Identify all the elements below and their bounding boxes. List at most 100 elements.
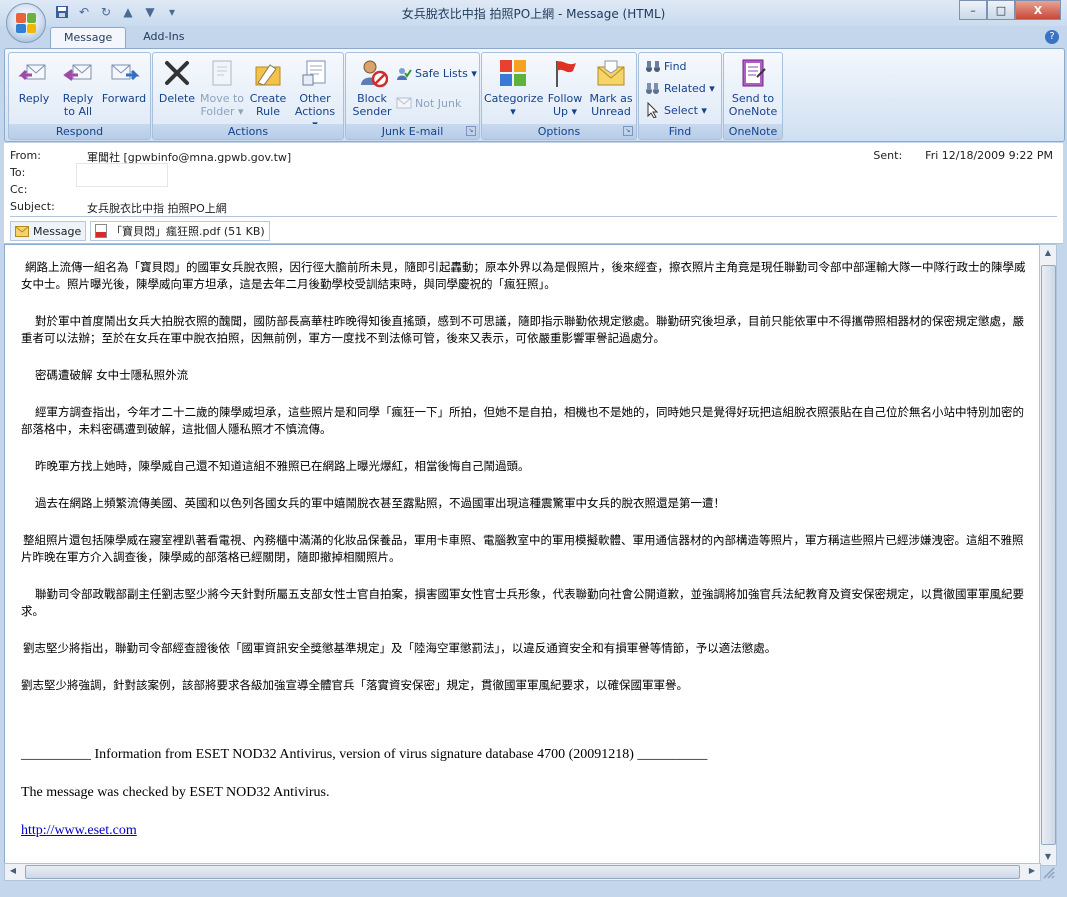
respond-group: Reply Reply to All Forward Respond	[8, 52, 151, 140]
vertical-scrollbar[interactable]: ▲ ▼	[1039, 244, 1057, 866]
body-paragraph: 昨晚軍方找上她時，陳學威自己還不知道這組不雅照已在網路上曝光爆紅，相當後悔自己鬧…	[35, 459, 530, 473]
reply-all-button[interactable]: Reply to All	[57, 57, 99, 118]
scroll-down-arrow-icon[interactable]: ▼	[1040, 849, 1056, 865]
window-title: 女兵脫衣比中指 拍照PO上網 - Message (HTML)	[401, 7, 666, 21]
options-group-label: Options	[482, 124, 636, 139]
body-paragraph: 聯勤司令部政戰部副主任劉志堅少將今天針對所屬五支部女性士官自拍案，損害國軍女性官…	[21, 587, 1024, 618]
body-paragraph: 劉志堅少將指出，聯勤司令部經查證後依「國軍資訊安全獎懲基準規定」及「陸海空軍懲罰…	[23, 641, 777, 655]
close-button[interactable]: X	[1015, 0, 1061, 20]
mark-as-unread-button[interactable]: Mark as Unread	[588, 57, 634, 118]
body-paragraph: 對於軍中首度鬧出女兵大拍脫衣照的醜聞，國防部長高華柱昨晚得知後直搖頭，感到不可思…	[21, 314, 1024, 345]
eset-info-line: __________ Information from ESET NOD32 A…	[21, 747, 708, 762]
categorize-icon	[500, 60, 526, 86]
body-paragraph: 劉志堅少將強調，針對該案例，該部將要求各級加強宣導全體官兵「落實資安保密」規定，…	[21, 678, 688, 692]
to-field	[76, 163, 168, 187]
related-button[interactable]: Related ▾	[645, 80, 715, 96]
message-body-text: 網路上流傳一組名為「寶貝悶」的國軍女兵脫衣照，因行徑大膽前所未見，隨即引起轟動；…	[21, 259, 1029, 860]
follow-up-button[interactable]: Follow Up ▾	[544, 57, 586, 118]
eset-link[interactable]: http://www.eset.com	[21, 823, 137, 838]
safe-lists-button[interactable]: Safe Lists ▾	[396, 65, 477, 81]
delete-button[interactable]: Delete	[156, 57, 198, 105]
onenote-group-label: OneNote	[724, 124, 782, 139]
other-actions-icon	[302, 60, 326, 86]
ribbon: Reply Reply to All Forward Respond Delet…	[4, 48, 1065, 142]
not-junk-icon	[396, 97, 412, 109]
minimize-button[interactable]: –	[959, 0, 987, 20]
flag-icon	[556, 61, 576, 87]
sent-label: Sent:	[873, 149, 903, 162]
actions-group-label: Actions	[153, 124, 343, 139]
message-attachment-tab[interactable]: Message	[10, 221, 87, 241]
find-button[interactable]: Find	[645, 58, 687, 74]
actions-group: Delete Move to Folder ▾ Create Rule Othe…	[152, 52, 344, 140]
cc-label: Cc:	[10, 183, 28, 196]
tab-add-ins[interactable]: Add-Ins	[130, 27, 197, 49]
eset-checked-line: The message was checked by ESET NOD32 An…	[21, 785, 330, 800]
subject-label: Subject:	[10, 200, 55, 213]
body-paragraph: 經軍方調查指出，今年才二十二歲的陳學威坦承，這些照片是和同學「瘋狂一下」所拍，但…	[21, 405, 1024, 436]
message-header: From: 軍聞社 [gpwbinfo@mna.gpwb.gov.tw] To:…	[4, 143, 1063, 244]
pdf-icon	[95, 224, 107, 238]
body-paragraph: 整組照片還包括陳學威在寢室裡趴著看電視、內務櫃中滿滿的化妝品保養品，軍用卡車照、…	[21, 533, 1024, 564]
safe-lists-icon	[397, 68, 412, 80]
block-sender-button[interactable]: Block Sender	[350, 57, 394, 118]
office-logo-icon	[16, 13, 36, 33]
other-actions-button[interactable]: Other Actions ▾	[291, 57, 339, 131]
select-button[interactable]: Select ▾	[645, 102, 707, 118]
junk-email-group: Block Sender Safe Lists ▾ Not Junk Junk …	[345, 52, 480, 140]
body-paragraph: 過去在網路上頻繁流傳美國、英國和以色列各國女兵的軍中嬉鬧脫衣甚至露點照，不過國軍…	[35, 496, 725, 510]
not-junk-button[interactable]: Not Junk	[396, 95, 461, 111]
create-rule-icon	[255, 64, 281, 86]
options-group: Categorize ▾ Follow Up ▾ Mark as Unread …	[481, 52, 637, 140]
onenote-icon	[742, 59, 766, 87]
mark-unread-icon	[597, 60, 625, 86]
ribbon-tabs: Message Add-Ins	[50, 27, 197, 50]
respond-group-label: Respond	[9, 124, 150, 139]
move-to-folder-button[interactable]: Move to Folder ▾	[199, 57, 245, 118]
title-bar: ↶ ↻ ▲ ▼ ▾ 女兵脫衣比中指 拍照PO上網 - Message (HTML…	[0, 0, 1067, 26]
office-button[interactable]	[6, 3, 46, 43]
maximize-button[interactable]: □	[987, 0, 1015, 20]
body-paragraph: 網路上流傳一組名為「寶貝悶」的國軍女兵脫衣照，因行徑大膽前所未見，隨即引起轟動；…	[21, 260, 1026, 291]
cursor-icon	[647, 102, 659, 118]
help-icon[interactable]: ?	[1045, 30, 1059, 44]
pdf-attachment[interactable]: 「寶貝悶」瘋狂照.pdf (51 KB)	[90, 221, 270, 241]
categorize-button[interactable]: Categorize ▾	[484, 57, 543, 118]
onenote-group: Send to OneNote OneNote	[723, 52, 783, 140]
from-label: From:	[10, 149, 41, 162]
find-group-label: Find	[639, 124, 721, 139]
sent-value: Fri 12/18/2009 9:22 PM	[925, 149, 1053, 162]
tab-message[interactable]: Message	[50, 27, 127, 50]
junk-email-launcher-icon[interactable]: ↘	[466, 126, 476, 136]
horizontal-scroll-thumb[interactable]	[25, 865, 1020, 879]
forward-icon	[111, 64, 140, 81]
resize-grip-icon[interactable]	[1041, 865, 1055, 879]
vertical-scroll-thumb[interactable]	[1041, 265, 1056, 845]
junk-email-group-label: Junk E-mail	[346, 124, 479, 139]
body-subheading: 密碼遭破解 女中士隱私照外流	[35, 368, 189, 382]
binoculars-icon	[646, 61, 660, 72]
to-label: To:	[10, 166, 26, 179]
scroll-left-arrow-icon[interactable]: ◀	[5, 863, 21, 879]
reply-button[interactable]: Reply	[13, 57, 55, 105]
create-rule-button[interactable]: Create Rule	[247, 57, 289, 118]
reply-icon	[18, 64, 46, 81]
reply-all-icon	[63, 64, 92, 81]
window-controls: – □ X	[959, 0, 1061, 20]
move-to-folder-icon	[212, 60, 232, 86]
message-body[interactable]: 網路上流傳一組名為「寶貝悶」的國軍女兵脫衣照，因行徑大膽前所未見，隨即引起轟動；…	[4, 244, 1041, 866]
sent-info: Sent: Fri 12/18/2009 9:22 PM	[873, 149, 1053, 162]
horizontal-scrollbar[interactable]: ◀ ▶	[4, 863, 1041, 881]
delete-icon	[165, 61, 189, 85]
options-launcher-icon[interactable]: ↘	[623, 126, 633, 136]
scroll-up-arrow-icon[interactable]: ▲	[1040, 245, 1056, 261]
scroll-right-arrow-icon[interactable]: ▶	[1024, 863, 1040, 879]
envelope-icon	[15, 225, 29, 237]
forward-button[interactable]: Forward	[101, 57, 147, 105]
subject-value: 女兵脫衣比中指 拍照PO上網	[87, 202, 227, 215]
send-to-onenote-button[interactable]: Send to OneNote	[726, 57, 780, 118]
block-sender-icon	[361, 60, 388, 88]
header-divider	[10, 216, 1057, 217]
related-icon	[646, 83, 659, 94]
status-bar	[0, 881, 1067, 897]
